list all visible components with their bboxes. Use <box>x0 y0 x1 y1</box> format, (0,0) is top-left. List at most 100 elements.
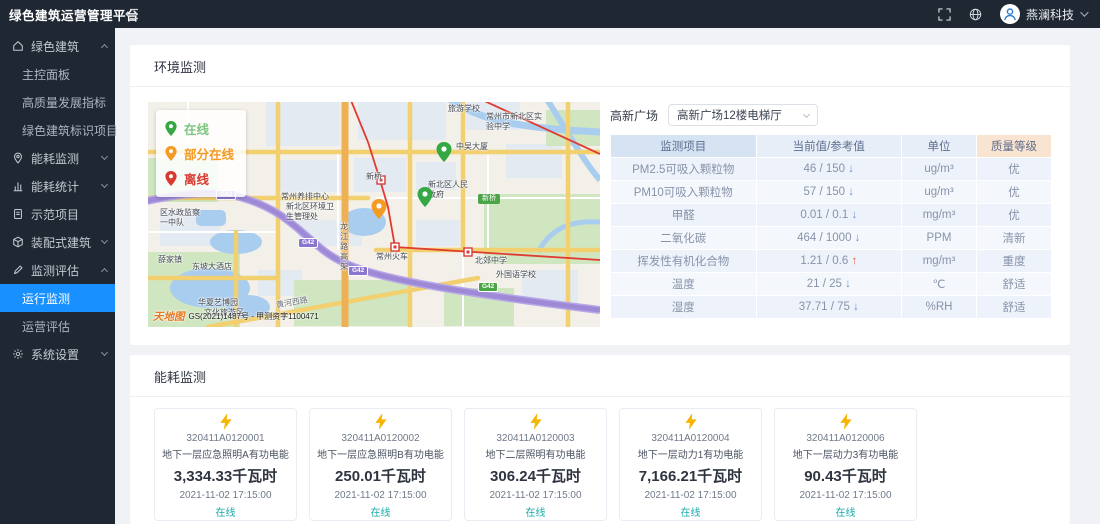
trend-down-icon: ↓ <box>851 209 857 221</box>
energy-monitor-card: 能耗监测 320411A0120001 地下一层应急照明A有功电能 3,334.… <box>130 355 1070 524</box>
meter-name: 地下一层动力3有功电能 <box>793 446 899 461</box>
meter-value: 3,334.33千瓦时 <box>174 465 277 486</box>
col-header-grade: 质量等级 <box>977 135 1052 158</box>
chevron-down-icon <box>101 237 108 244</box>
trend-up-icon: ↑ <box>851 255 857 267</box>
map-label: 常州火车 <box>376 252 408 262</box>
trend-down-icon: ↓ <box>848 163 854 175</box>
pin-orange-icon <box>165 146 177 161</box>
table-header-row: 监测项目 当前值/参考值 单位 质量等级 <box>611 135 1052 158</box>
user-menu[interactable]: 燕澜科技 <box>1000 4 1086 24</box>
col-header-value: 当前值/参考值 <box>756 135 902 158</box>
map-label: 新北区环境卫生管理处 <box>286 202 338 221</box>
meter-name: 地下一层应急照明B有功电能 <box>317 446 444 461</box>
map-pin-partial-icon[interactable] <box>371 199 387 224</box>
map-label: 新北区人民政府 <box>428 180 468 199</box>
energy-meter-card: 320411A0120001 地下一层应急照明A有功电能 3,334.33千瓦时… <box>154 408 297 521</box>
menu-fold-icon[interactable] <box>125 8 139 20</box>
avatar <box>1000 4 1020 24</box>
map-badge-g42: G42 <box>348 266 368 276</box>
sidebar-item-run-monitor[interactable]: 运行监测 <box>0 284 115 312</box>
map-legend: 在线 部分在线 离线 <box>156 110 246 197</box>
trend-down-icon: ↓ <box>855 232 861 244</box>
tianditu-logo: 天地图 <box>153 309 185 324</box>
meter-id: 320411A0120004 <box>651 433 729 444</box>
bar-chart-icon <box>12 180 25 192</box>
legend-offline: 离线 <box>165 166 234 191</box>
sidebar-item-main-dashboard[interactable]: 主控面板 <box>0 60 115 88</box>
map-badge: 新桥 <box>478 194 500 204</box>
chevron-up-icon <box>101 268 108 275</box>
sidebar-item-green-building[interactable]: 绿色建筑 <box>0 32 115 60</box>
meter-name: 地下二层照明有功电能 <box>486 446 586 461</box>
env-monitor-card: 环境监测 <box>130 45 1070 345</box>
sidebar-item-system-settings[interactable]: 系统设置 <box>0 340 115 368</box>
table-row: PM2.5可吸入颗粒物 46 / 150 ↓ ug/m³优 <box>611 158 1052 181</box>
map-badge-g42: G42 <box>298 238 318 248</box>
pin-red-icon <box>165 171 177 186</box>
meter-id: 320411A0120003 <box>496 433 574 444</box>
sidebar-item-label-projects[interactable]: 绿色建筑标识项目 <box>0 116 115 144</box>
sidebar-item-quality-index[interactable]: 高质量发展指标 <box>0 88 115 116</box>
site-label: 高新广场 <box>610 107 658 124</box>
chevron-up-icon <box>101 44 108 51</box>
lightning-icon <box>529 413 543 430</box>
meter-name: 地下一层动力1有功电能 <box>638 446 744 461</box>
lightning-icon <box>839 413 853 430</box>
map-pin-online-icon[interactable] <box>417 187 433 212</box>
main-content: 环境监测 <box>115 28 1100 524</box>
sidebar-item-demo-projects[interactable]: 示范项目 <box>0 200 115 228</box>
meter-time: 2021-11-02 17:15:00 <box>799 490 891 501</box>
meter-value: 250.01千瓦时 <box>335 465 426 486</box>
table-row: PM10可吸入颗粒物 57 / 150 ↓ ug/m³优 <box>611 181 1052 204</box>
map-label: 华夏艺博园 <box>198 298 238 308</box>
col-header-unit: 单位 <box>902 135 977 158</box>
meter-time: 2021-11-02 17:15:00 <box>334 490 426 501</box>
table-row: 二氧化碳 464 / 1000 ↓ PPM清新 <box>611 227 1052 250</box>
meter-value: 7,166.21千瓦时 <box>639 465 742 486</box>
status-badge: 在线 <box>681 504 701 519</box>
table-row: 挥发性有机化合物 1.21 / 0.6 ↑ mg/m³重度 <box>611 250 1052 273</box>
document-icon <box>12 208 25 220</box>
lightning-icon <box>684 413 698 430</box>
chevron-down-icon <box>1080 8 1088 16</box>
map-label: 区水政监察一中队 <box>160 208 204 227</box>
map-label: 旅游学校 <box>448 104 480 114</box>
map-label: 中吴大厦 <box>456 142 488 152</box>
chevron-down-icon <box>101 349 108 356</box>
map-label: 常州养排中心 <box>281 192 329 202</box>
table-row: 湿度 37.71 / 75 ↓ %RH舒适 <box>611 296 1052 319</box>
map-label: 北郊中学 <box>475 256 507 266</box>
map-label: 外国语学校 <box>496 270 536 280</box>
trend-down-icon: ↓ <box>853 301 859 313</box>
lightning-icon <box>219 413 233 430</box>
meter-time: 2021-11-02 17:15:00 <box>489 490 581 501</box>
fullscreen-icon[interactable] <box>938 8 951 21</box>
energy-section-title: 能耗监测 <box>130 355 1070 397</box>
map-pin-online-icon[interactable] <box>436 142 452 167</box>
sidebar-item-operation-eval[interactable]: 运营评估 <box>0 312 115 340</box>
user-name: 燕澜科技 <box>1026 6 1074 23</box>
chevron-down-icon <box>803 110 810 117</box>
globe-icon[interactable] <box>969 8 982 21</box>
meter-id: 320411A0120002 <box>341 433 419 444</box>
status-badge: 在线 <box>371 504 391 519</box>
meter-time: 2021-11-02 17:15:00 <box>179 490 271 501</box>
map-canvas[interactable]: 旅游学校 常州市新北区实验中学 中吴大厦 新桥 新桥 新北区人民政府 常州养排中… <box>148 102 600 327</box>
sidebar-item-energy-stats[interactable]: 能耗统计 <box>0 172 115 200</box>
map-label: 常州市新北区实验中学 <box>486 112 544 131</box>
location-pin-icon <box>12 152 25 164</box>
table-row: 温度 21 / 25 ↓ ℃舒适 <box>611 273 1052 296</box>
chevron-down-icon <box>101 181 108 188</box>
legend-online: 在线 <box>165 116 234 141</box>
sidebar-item-energy-monitor[interactable]: 能耗监测 <box>0 144 115 172</box>
sidebar-item-monitor-eval[interactable]: 监测评估 <box>0 256 115 284</box>
map-attribution: 天地图 GS(2021)1487号 - 甲测资字1100471 <box>153 309 319 324</box>
cube-icon <box>12 236 25 248</box>
map-label: 东坡大酒店 <box>192 262 232 272</box>
location-select[interactable]: 高新广场12楼电梯厅 <box>668 104 818 126</box>
trend-down-icon: ↓ <box>845 278 851 290</box>
home-icon <box>12 40 25 52</box>
gear-icon <box>12 348 25 360</box>
sidebar-item-prefab-building[interactable]: 装配式建筑 <box>0 228 115 256</box>
